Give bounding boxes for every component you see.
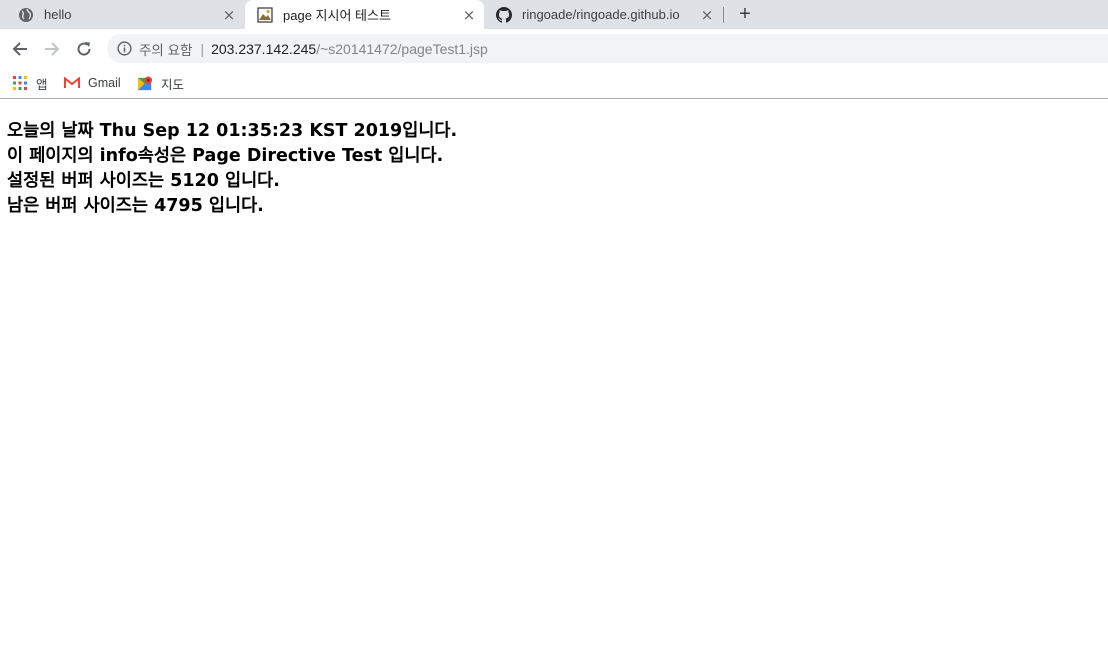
close-tab-icon[interactable]: × [459, 5, 479, 25]
back-button[interactable] [8, 37, 32, 61]
globe-icon [18, 7, 34, 23]
tab-page-directive[interactable]: page 지시어 테스트 × [245, 0, 484, 29]
remaining-buffer-line: 남은 버퍼 사이즈는 4795 입니다. [7, 196, 264, 216]
omnibox-divider: | [200, 40, 205, 57]
bookmark-label: 앱 [36, 77, 48, 92]
new-tab-button[interactable]: + [734, 3, 756, 25]
bookmark-label: 지도 [161, 77, 185, 92]
bookmark-label: Gmail [88, 76, 121, 90]
reload-icon [77, 42, 91, 56]
url-host: 203.237.142.245 [211, 40, 317, 57]
bookmarks-bar: 앱 Gmail 지도 [0, 68, 1108, 99]
bookmark-gmail[interactable]: Gmail [64, 72, 121, 94]
tab-title: hello [44, 7, 72, 22]
close-tab-icon[interactable]: × [219, 5, 239, 25]
bookmark-maps[interactable]: 지도 [137, 72, 184, 94]
reload-button[interactable] [72, 37, 96, 61]
close-tab-icon[interactable]: × [697, 5, 717, 25]
arrow-left-icon [12, 42, 27, 56]
security-label[interactable]: 주의 요함 [139, 39, 192, 59]
page-content: 오늘의 날짜 Thu Sep 12 01:35:23 KST 2019입니다. … [7, 119, 457, 219]
tab-separator [723, 7, 724, 23]
tab-github[interactable]: ringoade/ringoade.github.io × [484, 0, 722, 29]
page-favicon-icon [257, 6, 273, 23]
tab-title: page 지시어 테스트 [283, 8, 391, 23]
address-bar[interactable]: 주의 요함 | 203.237.142.245/~s20141472/pageT… [107, 34, 1108, 63]
tab-title: ringoade/ringoade.github.io [522, 7, 680, 22]
gmail-icon [64, 75, 80, 91]
url-path: /~s20141472/pageTest1.jsp [316, 40, 488, 57]
date-line: 오늘의 날짜 Thu Sep 12 01:35:23 KST 2019입니다. [7, 121, 458, 141]
github-icon [496, 6, 512, 23]
forward-button[interactable] [40, 37, 64, 61]
bookmark-apps[interactable]: 앱 [12, 72, 48, 94]
tab-hello[interactable]: hello × [0, 0, 244, 29]
arrow-right-icon [45, 42, 60, 56]
apps-grid-icon [12, 75, 28, 91]
buffer-size-line: 설정된 버퍼 사이즈는 5120 입니다. [7, 171, 280, 191]
tab-strip: hello × page 지시어 테스트 × ringoade/ringoade… [0, 0, 1108, 29]
maps-icon [137, 75, 153, 91]
info-icon[interactable] [116, 41, 132, 57]
browser-toolbar: 주의 요함 | 203.237.142.245/~s20141472/pageT… [0, 29, 1108, 68]
info-attribute-line: 이 페이지의 info속성은 Page Directive Test 입니다. [7, 146, 444, 166]
